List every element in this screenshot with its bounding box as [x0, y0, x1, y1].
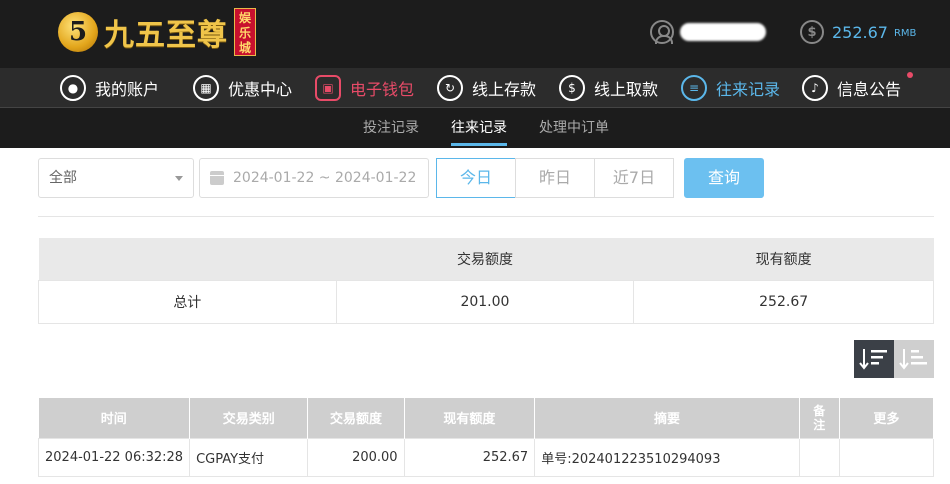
subnav-pending-orders[interactable]: 处理中订单	[539, 108, 609, 148]
username-redacted	[680, 23, 766, 41]
nav-label: 优惠中心	[228, 80, 293, 99]
nav-my-account[interactable]: ● 我的账户	[60, 74, 159, 102]
balance-value: 252.67	[832, 22, 888, 42]
notification-dot	[907, 72, 914, 78]
deposit-icon: ↻	[437, 75, 463, 101]
sort-asc-button[interactable]	[894, 340, 934, 378]
sort-desc-icon	[859, 349, 887, 370]
cell-remark	[798, 437, 840, 477]
withdraw-icon: $	[559, 75, 585, 101]
site-logo[interactable]: 5 九五至尊 娱乐城	[58, 6, 256, 58]
bell-icon: ♪	[802, 75, 828, 101]
records-table: 时间 交易类别 交易额度 现有额度 摘要 备注 更多 2024-01-22 06…	[37, 398, 935, 477]
today-button[interactable]: 今日	[436, 158, 516, 198]
yesterday-button[interactable]: 昨日	[515, 158, 595, 198]
nav-label: 我的账户	[95, 80, 160, 99]
type-select-value: 全部	[49, 170, 77, 186]
summary-header-row: 交易额度 现有额度	[38, 238, 934, 280]
summary-header	[38, 238, 337, 280]
nav-label: 线上存款	[472, 80, 537, 99]
col-header-balance: 现有额度	[404, 398, 536, 438]
cell-time: 2024-01-22 06:32:28	[37, 437, 191, 477]
calendar-icon	[210, 171, 224, 185]
records-header-row: 时间 交易类别 交易额度 现有额度 摘要 备注 更多	[38, 398, 935, 438]
cell-summary: 单号:202401223510294093	[534, 437, 800, 477]
logo-badge: 5	[58, 12, 98, 52]
col-header-more: 更多	[839, 398, 935, 438]
balance-currency: RMB	[893, 28, 917, 39]
cell-amount: 200.00	[307, 437, 405, 477]
subnav-bet-records[interactable]: 投注记录	[363, 108, 419, 148]
nav-label: 往来记录	[716, 80, 781, 99]
wallet-icon: ▣	[315, 75, 341, 101]
chevron-down-icon	[175, 176, 183, 181]
user-icon: ●	[60, 75, 86, 101]
user-icon	[650, 20, 674, 44]
nav-promotions[interactable]: ▦ 优惠中心	[193, 74, 292, 102]
divider	[38, 216, 934, 217]
logo-sub: 娱乐城	[234, 8, 256, 56]
summary-current-balance: 252.67	[633, 279, 934, 324]
gift-icon: ▦	[193, 75, 219, 101]
col-header-type: 交易类别	[189, 398, 309, 438]
col-header-time: 时间	[38, 398, 191, 438]
dollar-icon: $	[800, 20, 824, 44]
sort-asc-icon	[899, 349, 927, 370]
nav-label: 电子钱包	[350, 80, 415, 99]
top-header: 5 九五至尊 娱乐城 $ 252.67 RMB	[0, 0, 950, 68]
col-header-amount: 交易额度	[307, 398, 405, 438]
summary-header: 现有额度	[633, 238, 934, 280]
sort-desc-button[interactable]	[854, 340, 894, 378]
nav-deposit[interactable]: ↻ 线上存款	[437, 74, 536, 102]
nav-withdraw[interactable]: $ 线上取款	[559, 74, 658, 102]
subnav-transaction-records[interactable]: 往来记录	[451, 108, 507, 148]
col-header-summary: 摘要	[534, 398, 800, 438]
logo-text: 九五至尊	[104, 18, 228, 53]
cell-balance: 252.67	[403, 437, 536, 477]
summary-header: 交易额度	[336, 238, 634, 280]
nav-label: 信息公告	[837, 80, 902, 99]
nav-e-wallet[interactable]: ▣ 电子钱包	[315, 74, 414, 102]
balance-area: $ 252.67 RMB	[800, 18, 916, 46]
cell-type: CGPAY支付	[189, 437, 309, 477]
date-range-input[interactable]: 2024-01-22 ~ 2024-01-22	[199, 158, 429, 198]
summary-row: 总计 201.00 252.67	[38, 279, 934, 324]
summary-table: 交易额度 现有额度 总计 201.00 252.67	[38, 238, 934, 324]
sub-nav: 投注记录 往来记录 处理中订单	[0, 108, 950, 148]
last-7-days-button[interactable]: 近7日	[594, 158, 674, 198]
col-header-remark: 备注	[799, 398, 840, 438]
summary-label: 总计	[38, 279, 337, 324]
cell-more[interactable]	[838, 437, 935, 477]
main-nav: ● 我的账户 ▦ 优惠中心 ▣ 电子钱包 ↻ 线上存款 $ 线上取款 ≡ 往来记…	[0, 68, 950, 108]
nav-records[interactable]: ≡ 往来记录	[681, 74, 780, 102]
nav-announcements[interactable]: ♪ 信息公告	[802, 72, 914, 102]
records-icon: ≡	[681, 75, 707, 101]
search-button[interactable]: 查询	[684, 158, 764, 198]
summary-trade-amount: 201.00	[335, 279, 635, 324]
table-row: 2024-01-22 06:32:28 CGPAY支付 200.00 252.6…	[37, 437, 935, 477]
date-range-value: 2024-01-22 ~ 2024-01-22	[233, 170, 417, 186]
nav-label: 线上取款	[594, 80, 659, 99]
user-area[interactable]	[650, 18, 766, 46]
type-select[interactable]: 全部	[38, 158, 194, 198]
